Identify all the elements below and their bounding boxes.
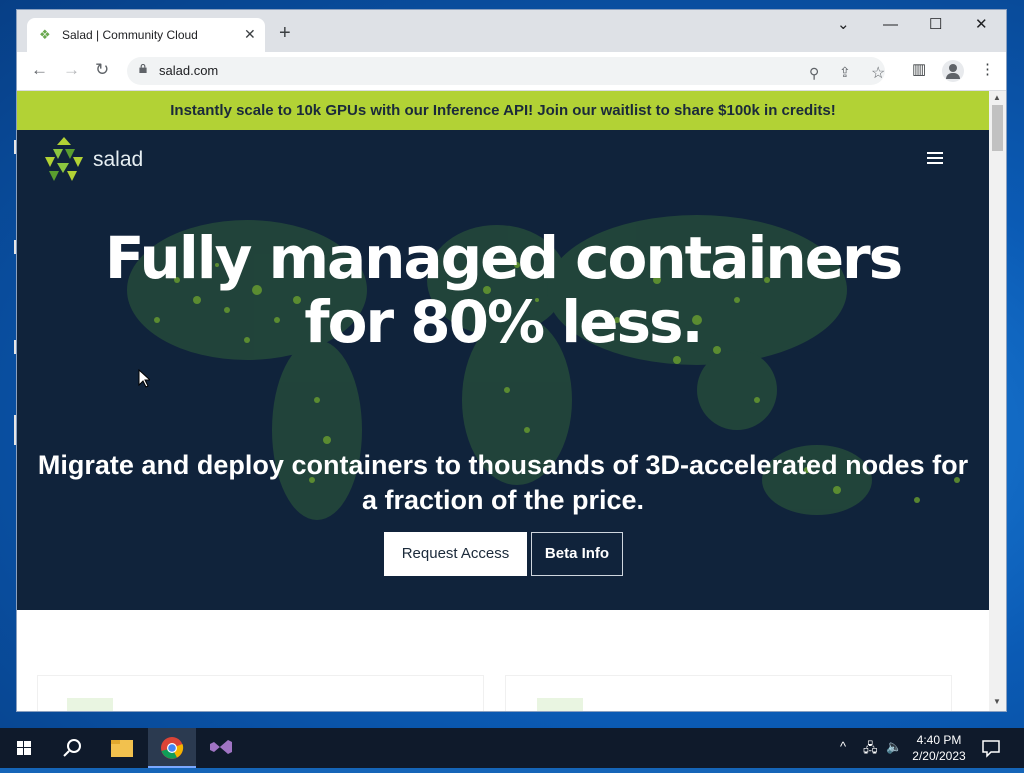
desktop-icon[interactable] (2, 140, 18, 154)
forward-arrow-icon[interactable]: → (63, 60, 80, 80)
tab-search-dropdown-icon[interactable]: ⌄ (837, 16, 850, 34)
reload-icon[interactable]: ↻ (95, 60, 109, 80)
browser-toolbar: ← → ↻ salad.com ⚲ ⇪ ☆ ▥ ⋮ (17, 52, 1006, 91)
scroll-down-icon[interactable]: ▼ (993, 697, 1001, 706)
desktop-icon[interactable] (2, 340, 18, 354)
visual-studio-button[interactable] (198, 728, 246, 768)
windows-logo-icon (17, 741, 31, 755)
maximize-button[interactable]: ☐ (929, 16, 942, 34)
chrome-icon (161, 737, 184, 759)
desktop-icon[interactable] (2, 240, 18, 254)
side-panel-icon[interactable]: ▥ (912, 61, 926, 79)
mouse-pointer-icon (138, 369, 150, 388)
volume-icon[interactable]: 🔈 (886, 739, 902, 755)
zoom-search-icon[interactable]: ⚲ (809, 65, 819, 82)
close-window-button[interactable]: ✕ (975, 16, 988, 34)
folder-icon (111, 740, 133, 757)
headline-line-1: Fully managed containers (104, 224, 903, 292)
card-tag (67, 698, 113, 711)
page-viewport: Instantly scale to 10k GPUs with our Inf… (17, 91, 989, 711)
tab-title: Salad | Community Cloud (62, 28, 198, 42)
scrollbar-thumb[interactable] (992, 105, 1003, 151)
search-button[interactable] (48, 728, 96, 768)
url-text[interactable]: salad.com (159, 63, 218, 78)
menu-kebab-icon[interactable]: ⋮ (980, 61, 995, 79)
profile-avatar-icon[interactable] (942, 60, 964, 82)
beta-info-button[interactable]: Beta Info (531, 532, 623, 576)
address-bar[interactable]: salad.com (127, 57, 885, 85)
hamburger-menu-icon[interactable] (927, 152, 943, 166)
show-hidden-icons-icon[interactable]: ^ (840, 739, 846, 754)
browser-window: ❖ Salad | Community Cloud ✕ + ⌄ — ☐ ✕ ← … (17, 10, 1006, 711)
browser-tab[interactable]: ❖ Salad | Community Cloud ✕ (27, 18, 265, 52)
hero-section: salad Fully managed containers for 80% l… (17, 130, 989, 610)
visual-studio-icon (210, 740, 232, 754)
hero-subheading: Migrate and deploy containers to thousan… (37, 450, 969, 515)
taskbar: ^ 🖧 🔈 4:40 PM 2/20/2023 (0, 728, 1024, 768)
salad-logo-icon (45, 137, 83, 181)
chrome-taskbar-button[interactable] (148, 728, 196, 768)
bookmark-star-icon[interactable]: ☆ (871, 63, 885, 83)
search-icon (63, 739, 81, 757)
salad-favicon-icon: ❖ (39, 27, 51, 42)
notifications-icon[interactable] (980, 737, 1002, 759)
minimize-button[interactable]: — (883, 16, 898, 34)
scroll-up-icon[interactable]: ▲ (993, 93, 1001, 102)
page-scrollbar[interactable]: ▲ ▼ (989, 91, 1006, 711)
back-arrow-icon[interactable]: ← (31, 60, 48, 80)
headline-line-2: for 80% less. (304, 288, 703, 356)
clock-date: 2/20/2023 (912, 749, 966, 763)
new-tab-button[interactable]: + (279, 23, 291, 43)
close-tab-icon[interactable]: ✕ (244, 26, 256, 43)
hero-headline: Fully managed containers for 80% less. (17, 226, 989, 354)
promo-banner[interactable]: Instantly scale to 10k GPUs with our Inf… (17, 91, 989, 130)
next-section-preview (17, 610, 989, 711)
lock-icon[interactable] (139, 64, 147, 73)
share-icon[interactable]: ⇪ (839, 64, 851, 81)
start-button[interactable] (0, 728, 48, 768)
request-access-button[interactable]: Request Access (384, 532, 527, 576)
file-explorer-button[interactable] (98, 728, 146, 768)
card-tag (537, 698, 583, 711)
tab-strip: ❖ Salad | Community Cloud ✕ + ⌄ — ☐ ✕ (17, 10, 1006, 52)
logo-wordmark: salad (93, 148, 144, 171)
clock-time: 4:40 PM (916, 733, 962, 747)
desktop-icon[interactable] (2, 415, 18, 445)
system-clock[interactable]: 4:40 PM 2/20/2023 (905, 732, 973, 764)
network-icon[interactable]: 🖧 (863, 739, 878, 761)
